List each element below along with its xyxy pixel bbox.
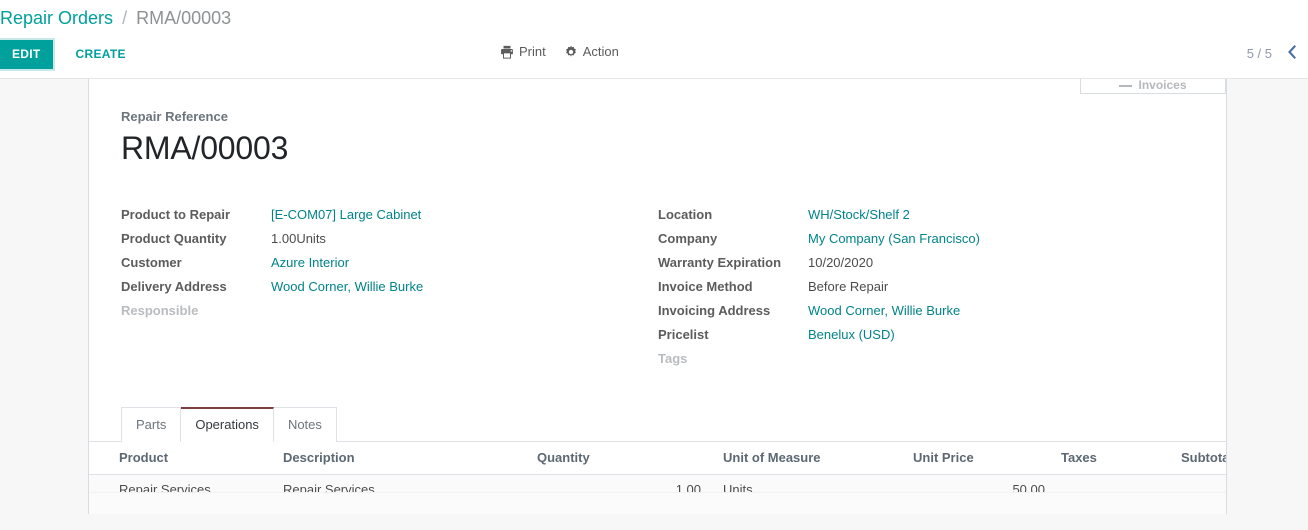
form-sheet: Invoices Repair Reference RMA/00003 Prod… (88, 79, 1227, 514)
field-value[interactable]: Wood Corner, Willie Burke (808, 299, 960, 323)
field-row: Company My Company (San Francisco) (658, 227, 1192, 251)
field-row: Responsible (121, 299, 655, 323)
field-row: Invoicing Address Wood Corner, Willie Bur… (658, 299, 1192, 323)
print-label: Print (519, 44, 546, 59)
gear-icon (564, 45, 578, 59)
column-header-taxes[interactable]: Taxes (1053, 442, 1173, 475)
column-header-quantity[interactable]: Quantity (529, 442, 709, 475)
pager: 5 / 5 (1247, 44, 1298, 63)
field-value-unit[interactable]: Units (296, 227, 326, 251)
field-row: Product Quantity 1.00 Units (121, 227, 655, 251)
field-value[interactable]: WH/Stock/Shelf 2 (808, 203, 910, 227)
tab-notes[interactable]: Notes (273, 407, 337, 442)
notebook-tabs: Parts Operations Notes (89, 407, 1226, 442)
print-menu[interactable]: Print (500, 44, 546, 59)
tab-parts[interactable]: Parts (121, 407, 182, 442)
create-button[interactable]: CREATE (65, 40, 137, 69)
field-value: 10/20/2020 (808, 255, 874, 270)
column-header-product[interactable]: Product (89, 442, 275, 475)
field-label: Location (658, 207, 713, 222)
breadcrumb-root-link[interactable]: Repair Orders (0, 8, 113, 28)
field-label: Invoicing Address (658, 303, 771, 318)
field-row: Tags (658, 347, 1192, 371)
breadcrumb-separator: / (122, 8, 128, 28)
field-row: Product to Repair [E-COM07] Large Cabinet (121, 203, 655, 227)
field-label: Pricelist (658, 327, 709, 342)
repair-reference-value: RMA/00003 (121, 130, 289, 166)
printer-icon (500, 45, 514, 59)
field-label: Warranty Expiration (658, 255, 782, 270)
control-panel-buttons: EDIT CREATE (0, 38, 137, 71)
control-panel-menus: Print Action (500, 44, 619, 59)
field-row: Invoice Method Before Repair (658, 275, 1192, 299)
form-group-left: Product to Repair [E-COM07] Large Cabinet… (121, 203, 655, 371)
field-row: Warranty Expiration 10/20/2020 (658, 251, 1192, 275)
chevron-left-icon[interactable] (1286, 44, 1298, 63)
action-label: Action (582, 44, 619, 59)
field-value[interactable]: Azure Interior (271, 251, 349, 275)
column-header-unit-price[interactable]: Unit Price (905, 442, 1053, 475)
field-label: Product Quantity (121, 231, 227, 246)
breadcrumb: Repair Orders / RMA/00003 (0, 6, 231, 30)
page-canvas: Invoices Repair Reference RMA/00003 Prod… (0, 78, 1308, 530)
field-label: Delivery Address (121, 279, 227, 294)
field-value: 1.00 (271, 231, 297, 246)
form-group-right: Location WH/Stock/Shelf 2 Company My Compan… (658, 203, 1192, 371)
field-label: Company (658, 231, 718, 246)
form-groups: Product to Repair [E-COM07] Large Cabinet… (121, 203, 1194, 371)
form-body: Repair Reference RMA/00003 Product to Re… (89, 79, 1226, 371)
field-label: Tags (658, 351, 688, 366)
field-row: Location WH/Stock/Shelf 2 (658, 203, 1192, 227)
tab-operations[interactable]: Operations (181, 407, 274, 442)
field-row: Pricelist Benelux (USD) (658, 323, 1192, 347)
field-row: Customer Azure Interior (121, 251, 655, 275)
operations-table-head: Product Description Quantity Unit of Mea… (89, 442, 1226, 475)
field-row: Delivery Address Wood Corner, Willie Burk… (121, 275, 655, 299)
field-label: Responsible (121, 303, 199, 318)
repair-reference-label: Repair Reference (121, 109, 228, 124)
field-label: Product to Repair (121, 207, 231, 222)
field-value[interactable]: Wood Corner, Willie Burke (271, 275, 423, 299)
column-header-description[interactable]: Description (275, 442, 529, 475)
field-label: Customer (121, 255, 182, 270)
field-value[interactable]: [E-COM07] Large Cabinet (271, 203, 421, 227)
field-value: Before Repair (808, 279, 889, 294)
field-value[interactable]: My Company (San Francisco) (808, 227, 980, 251)
column-header-unit-of-measure[interactable]: Unit of Measure (709, 442, 905, 475)
sheet-bottom-filler (89, 492, 1226, 514)
action-menu[interactable]: Action (564, 44, 619, 59)
field-value[interactable]: Benelux (USD) (808, 323, 895, 347)
breadcrumb-current: RMA/00003 (136, 8, 232, 28)
table-header-row: Product Description Quantity Unit of Mea… (89, 442, 1226, 475)
control-panel: Repair Orders / RMA/00003 EDIT CREATE Pr… (0, 0, 1308, 78)
field-label: Invoice Method (658, 279, 753, 294)
pager-counter[interactable]: 5 / 5 (1247, 46, 1272, 61)
edit-button[interactable]: EDIT (0, 38, 55, 71)
column-header-subtotal[interactable]: Subtotal (1173, 442, 1226, 475)
